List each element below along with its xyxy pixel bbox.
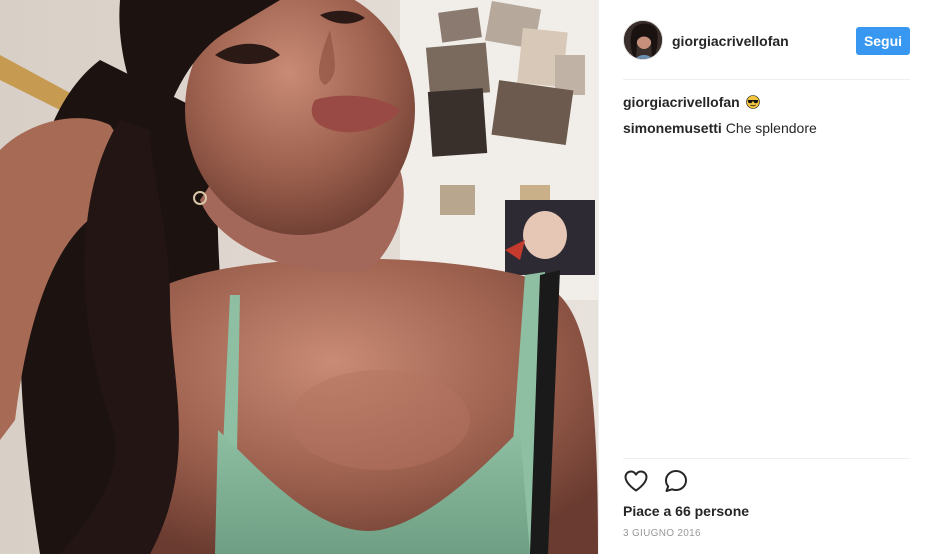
comment-author[interactable]: simonemusetti <box>623 120 722 136</box>
comment-button[interactable] <box>663 468 689 494</box>
follow-button[interactable]: Segui <box>856 27 910 55</box>
comment-bubble-icon <box>665 470 687 492</box>
comment-text: Che splendore <box>725 120 817 136</box>
post-actions <box>623 468 703 494</box>
comment-author[interactable]: giorgiacrivellofan <box>623 94 740 110</box>
avatar-image <box>624 21 662 59</box>
like-button[interactable] <box>623 468 649 494</box>
header-username[interactable]: giorgiacrivellofan <box>672 33 789 49</box>
header-divider <box>623 79 910 80</box>
instagram-post: giorgiacrivellofan Segui giorgiacrivello… <box>0 0 936 554</box>
sunglasses-emoji-icon <box>745 95 760 113</box>
actions-divider <box>623 458 910 459</box>
avatar[interactable] <box>623 20 663 60</box>
post-photo[interactable] <box>0 0 598 554</box>
comment-item: simonemusetti Che splendore <box>623 119 913 137</box>
post-photo-illustration <box>0 0 598 554</box>
post-date: 3 GIUGNO 2016 <box>623 528 701 539</box>
post-sidebar: giorgiacrivellofan Segui giorgiacrivello… <box>598 0 936 554</box>
likes-count[interactable]: Piace a 66 persone <box>623 502 749 520</box>
post-header: giorgiacrivellofan Segui <box>599 0 936 80</box>
heart-icon <box>624 470 648 492</box>
comment-caption: giorgiacrivellofan <box>623 93 913 113</box>
comments-list: giorgiacrivellofan simonemusetti Che spl… <box>623 93 913 143</box>
